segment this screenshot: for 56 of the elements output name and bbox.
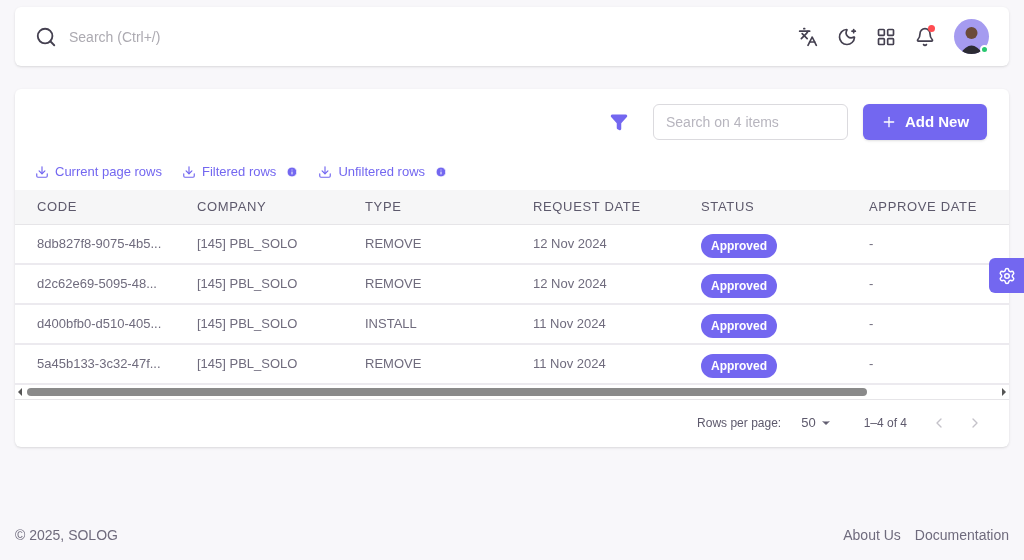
translate-icon[interactable] <box>798 26 818 47</box>
column-header: APPROVE DATE <box>869 197 978 216</box>
add-new-button[interactable]: Add New <box>863 104 987 140</box>
table-cell: 12 Nov 2024 <box>533 235 607 251</box>
notification-bell-icon[interactable] <box>915 26 935 47</box>
status-badge: Approved <box>701 233 777 258</box>
table-cell: [145] PBL_SOLO <box>197 275 298 291</box>
table-cell: - <box>869 355 874 371</box>
column-header: CODE <box>36 197 79 216</box>
search-field[interactable]: Search on 4 items <box>653 104 848 140</box>
footer-link[interactable]: About Us <box>843 525 901 546</box>
moon-icon[interactable] <box>837 26 857 47</box>
table-cell: REMOVE <box>365 275 422 291</box>
user-avatar[interactable] <box>954 19 989 54</box>
export-link[interactable]: Filtered rows <box>201 162 277 182</box>
table-cell: [145] PBL_SOLO <box>197 235 298 251</box>
download-icon <box>35 164 49 179</box>
export-link[interactable]: Current page rows <box>55 162 162 182</box>
copyright-text: © 2025, SOLOG <box>15 526 118 545</box>
export-link[interactable]: Unfiltered rows <box>338 162 426 182</box>
table-cell: - <box>869 235 874 251</box>
column-header: TYPE <box>365 197 403 216</box>
table-cell: 12 Nov 2024 <box>533 275 607 291</box>
table-cell: REMOVE <box>365 235 422 251</box>
rows-per-page-select[interactable]: 50 <box>801 413 832 433</box>
status-badge: Approved <box>701 313 777 338</box>
grid-icon[interactable] <box>876 26 896 47</box>
table-cell: d400bfb0-d510-405... <box>37 315 162 331</box>
info-icon <box>435 165 448 178</box>
settings-icon <box>997 266 1016 285</box>
settings-button[interactable] <box>989 258 1024 293</box>
search-icon <box>35 25 57 48</box>
download-icon <box>181 164 196 179</box>
table-cell: 5a45b133-3c32-47f... <box>37 355 161 371</box>
table-cell: [145] PBL_SOLO <box>197 315 298 331</box>
rows-per-page-label: Rows per page: <box>697 415 782 432</box>
column-header: REQUEST DATE <box>533 197 642 216</box>
table-cell: 11 Nov 2024 <box>533 315 606 331</box>
info-icon <box>286 165 299 178</box>
table-cell: - <box>869 275 874 291</box>
table-cell: 11 Nov 2024 <box>533 355 606 371</box>
table-cell: - <box>869 315 874 331</box>
table-cell: REMOVE <box>365 355 422 371</box>
table-cell: 8db827f8-9075-4b5... <box>37 235 162 251</box>
table-cell: [145] PBL_SOLO <box>197 355 298 371</box>
column-header: COMPANY <box>197 197 268 216</box>
status-badge: Approved <box>701 353 777 378</box>
table-cell: d2c62e69-5095-48... <box>37 275 157 291</box>
download-icon <box>318 164 333 179</box>
table-cell: INSTALL <box>365 315 417 331</box>
footer-link[interactable]: Documentation <box>914 525 1009 546</box>
filter-icon[interactable] <box>610 113 628 131</box>
status-badge: Approved <box>701 273 777 298</box>
page-range: 1–4 of 4 <box>863 415 907 432</box>
column-header: STATUS <box>701 197 756 216</box>
search-field[interactable]: Search (Ctrl+/) <box>69 26 798 47</box>
